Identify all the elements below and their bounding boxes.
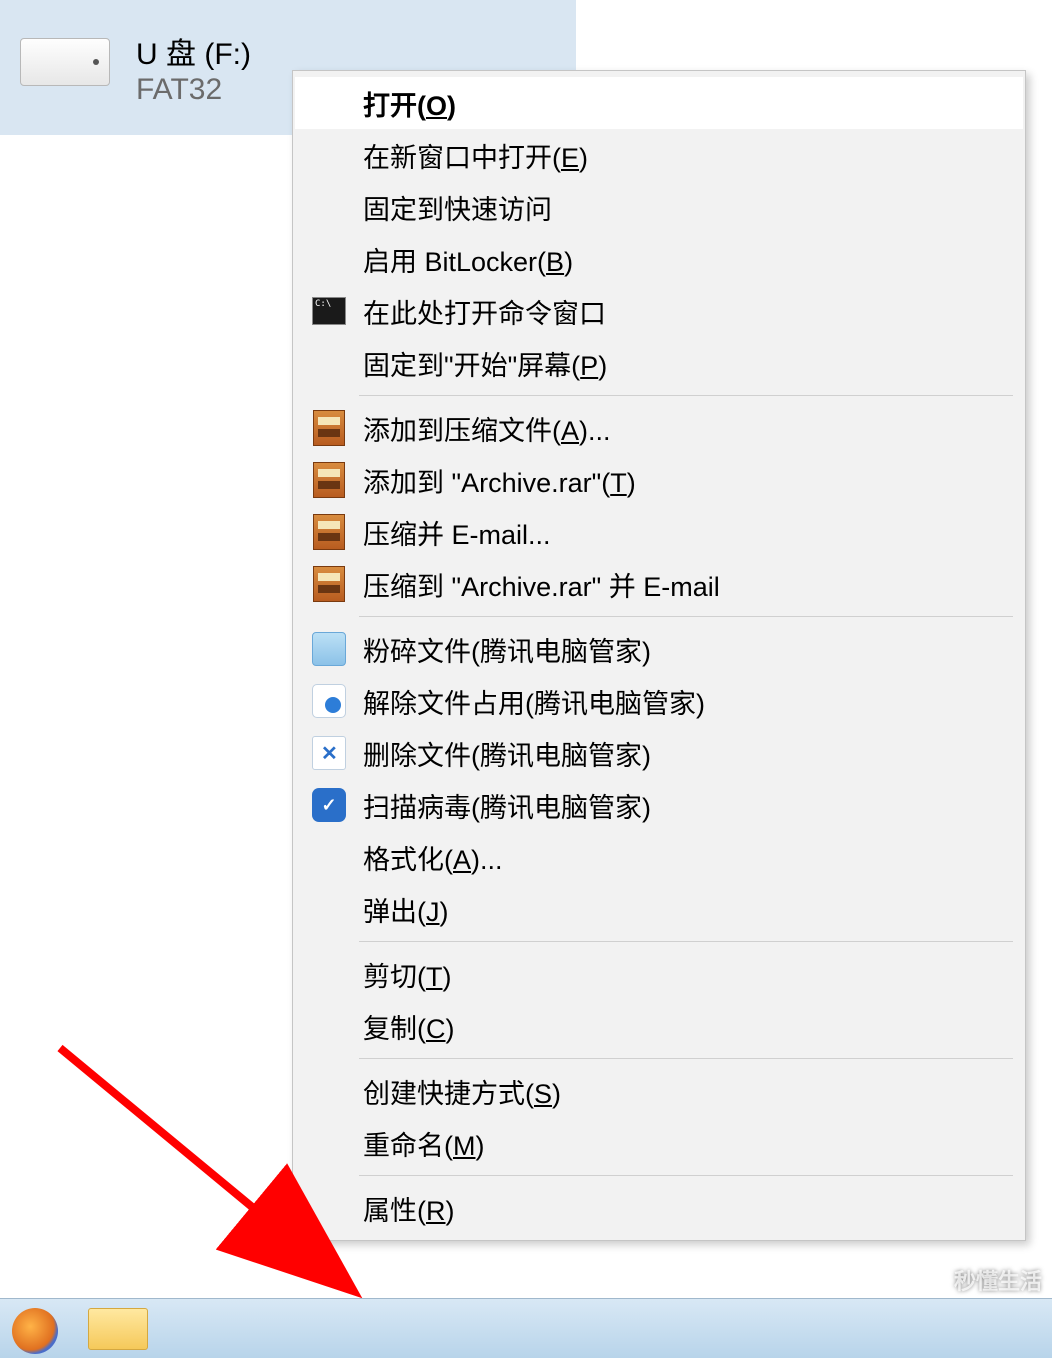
blank-icon [309, 1006, 349, 1046]
menu-item-label: 打开(O) [363, 84, 456, 123]
scan-icon [309, 785, 349, 825]
menu-item-14[interactable]: 删除文件(腾讯电脑管家) [295, 727, 1023, 779]
menu-item-label: 在新窗口中打开(E) [363, 136, 588, 175]
blank-icon [309, 1188, 349, 1228]
menu-item-label: 复制(C) [363, 1007, 455, 1046]
rar-icon [309, 460, 349, 500]
menu-item-17[interactable]: 弹出(J) [295, 883, 1023, 935]
shred-icon [309, 629, 349, 669]
blank-icon [309, 954, 349, 994]
menu-item-16[interactable]: 格式化(A)... [295, 831, 1023, 883]
menu-item-label: 固定到快速访问 [363, 188, 552, 227]
menu-item-label: 添加到压缩文件(A)... [363, 409, 611, 448]
blank-icon [309, 135, 349, 175]
menu-separator [359, 395, 1013, 396]
blank-icon [309, 1123, 349, 1163]
menu-item-label: 在此处打开命令窗口 [363, 292, 606, 331]
drive-filesystem: FAT32 [136, 73, 251, 107]
menu-item-label: 重命名(M) [363, 1124, 485, 1163]
menu-separator [359, 1175, 1013, 1176]
blank-icon [309, 239, 349, 279]
menu-item-25[interactable]: 属性(R) [295, 1182, 1023, 1234]
menu-item-8[interactable]: 添加到 "Archive.rar"(T) [295, 454, 1023, 506]
blank-icon [309, 889, 349, 929]
menu-item-2[interactable]: 固定到快速访问 [295, 181, 1023, 233]
menu-item-label: 创建快捷方式(S) [363, 1072, 561, 1111]
menu-item-label: 启用 BitLocker(B) [363, 240, 573, 279]
menu-item-20[interactable]: 复制(C) [295, 1000, 1023, 1052]
menu-item-label: 固定到"开始"屏幕(P) [363, 344, 607, 383]
menu-item-12[interactable]: 粉碎文件(腾讯电脑管家) [295, 623, 1023, 675]
menu-item-0[interactable]: 打开(O) [295, 77, 1023, 129]
rar-icon [309, 564, 349, 604]
menu-separator [359, 1058, 1013, 1059]
blank-icon [309, 1071, 349, 1111]
menu-item-label: 压缩到 "Archive.rar" 并 E-mail [363, 565, 720, 604]
menu-separator [359, 941, 1013, 942]
taskbar [0, 1298, 1052, 1358]
cmd-icon [309, 291, 349, 331]
menu-item-9[interactable]: 压缩并 E-mail... [295, 506, 1023, 558]
menu-item-1[interactable]: 在新窗口中打开(E) [295, 129, 1023, 181]
drive-icon [20, 38, 110, 98]
menu-item-13[interactable]: 解除文件占用(腾讯电脑管家) [295, 675, 1023, 727]
menu-item-label: 属性(R) [363, 1189, 455, 1228]
blank-icon [309, 187, 349, 227]
delete-icon [309, 733, 349, 773]
blank-icon [309, 343, 349, 383]
menu-item-15[interactable]: 扫描病毒(腾讯电脑管家) [295, 779, 1023, 831]
menu-item-label: 删除文件(腾讯电脑管家) [363, 734, 651, 773]
menu-item-label: 弹出(J) [363, 890, 449, 929]
menu-item-23[interactable]: 重命名(M) [295, 1117, 1023, 1169]
rar-icon [309, 408, 349, 448]
unlock-icon [309, 681, 349, 721]
menu-item-19[interactable]: 剪切(T) [295, 948, 1023, 1000]
menu-item-label: 粉碎文件(腾讯电脑管家) [363, 630, 651, 669]
blank-icon [309, 837, 349, 877]
menu-separator [359, 616, 1013, 617]
rar-icon [309, 512, 349, 552]
menu-item-4[interactable]: 在此处打开命令窗口 [295, 285, 1023, 337]
firefox-icon[interactable] [12, 1308, 58, 1354]
context-menu: 打开(O) 在新窗口中打开(E) 固定到快速访问启用 BitLocker(B) 在此处… [292, 70, 1026, 1241]
blank-icon [309, 83, 349, 123]
menu-item-22[interactable]: 创建快捷方式(S) [295, 1065, 1023, 1117]
menu-item-3[interactable]: 启用 BitLocker(B) [295, 233, 1023, 285]
watermark-text: 秒懂生活 [954, 1264, 1042, 1296]
menu-item-label: 解除文件占用(腾讯电脑管家) [363, 682, 705, 721]
explorer-icon[interactable] [88, 1308, 148, 1350]
menu-item-label: 格式化(A)... [363, 838, 503, 877]
menu-item-label: 剪切(T) [363, 955, 452, 994]
menu-item-label: 添加到 "Archive.rar"(T) [363, 461, 636, 500]
menu-item-label: 扫描病毒(腾讯电脑管家) [363, 786, 651, 825]
menu-item-label: 压缩并 E-mail... [363, 513, 551, 552]
menu-item-5[interactable]: 固定到"开始"屏幕(P) [295, 337, 1023, 389]
menu-item-10[interactable]: 压缩到 "Archive.rar" 并 E-mail [295, 558, 1023, 610]
drive-name: U 盘 (F:) [136, 29, 251, 73]
menu-item-7[interactable]: 添加到压缩文件(A)... [295, 402, 1023, 454]
